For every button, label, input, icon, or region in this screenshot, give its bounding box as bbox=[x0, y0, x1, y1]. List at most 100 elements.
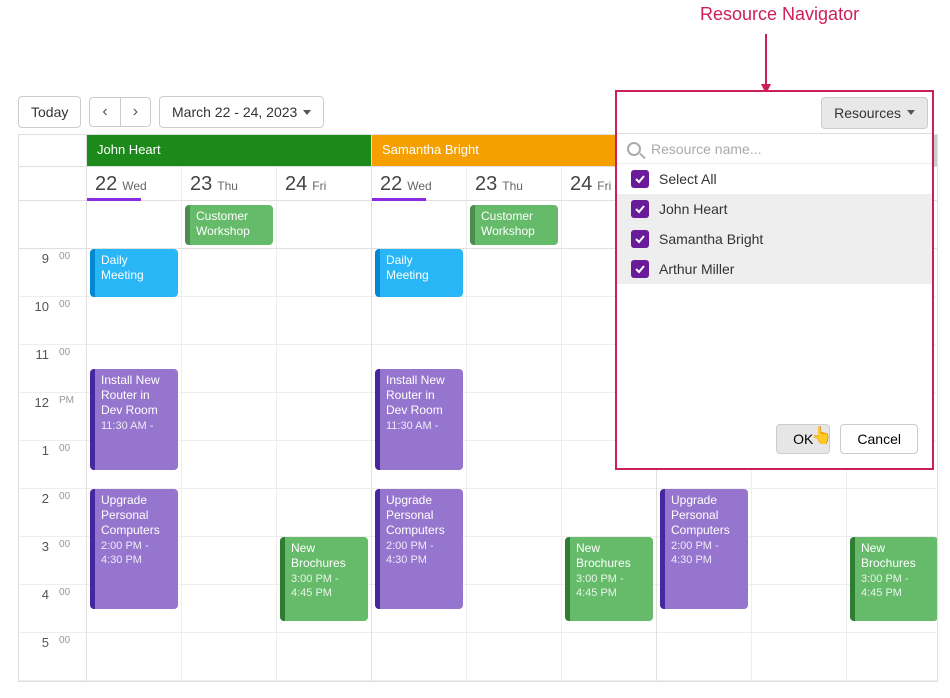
prev-button[interactable]: ‹ bbox=[89, 97, 120, 127]
hour-suffix: 00 bbox=[55, 249, 83, 296]
event-title: Daily Meeting bbox=[101, 253, 172, 283]
resource-item[interactable]: Arthur Miller bbox=[617, 254, 932, 284]
resources-button-label: Resources bbox=[834, 104, 901, 122]
date-range-label: March 22 - 24, 2023 bbox=[172, 103, 297, 121]
resource-item[interactable]: Samantha Bright bbox=[617, 224, 932, 254]
day-of-week: Thu bbox=[502, 179, 523, 193]
day-number: 23 bbox=[190, 173, 212, 196]
event-title: Upgrade Personal Computers bbox=[386, 493, 457, 538]
allday-cell[interactable] bbox=[277, 201, 371, 248]
event-title: Install New Router in Dev Room bbox=[386, 373, 457, 418]
time-axis: 9001000110012PM100200300400500 bbox=[19, 135, 87, 681]
allday-cell[interactable] bbox=[87, 201, 182, 248]
select-all-item[interactable]: Select All bbox=[617, 164, 932, 194]
day-column[interactable] bbox=[182, 249, 277, 681]
grid-body: Daily Meeting Install New Router in Dev … bbox=[372, 249, 656, 681]
hour-label: 9 bbox=[19, 249, 55, 296]
checkbox-checked-icon bbox=[631, 170, 649, 188]
checkbox-checked-icon bbox=[631, 200, 649, 218]
calendar-event[interactable]: Install New Router in Dev Room 11:30 AM … bbox=[375, 369, 463, 470]
next-button[interactable]: › bbox=[121, 97, 151, 127]
calendar-event[interactable]: Upgrade Personal Computers 2:00 PM - 4:3… bbox=[90, 489, 178, 609]
day-header[interactable]: 23 Thu bbox=[182, 167, 277, 200]
annotation-label: Resource Navigator bbox=[700, 4, 859, 25]
resource-list: Select All John Heart Samantha Bright Ar… bbox=[617, 164, 932, 284]
allday-cell[interactable] bbox=[372, 201, 467, 248]
day-header[interactable]: 23 Thu bbox=[467, 167, 562, 200]
ok-button[interactable]: OK bbox=[776, 424, 830, 454]
select-all-label: Select All bbox=[659, 171, 717, 187]
event-title: Upgrade Personal Computers bbox=[671, 493, 742, 538]
hour-label: 4 bbox=[19, 585, 55, 632]
hour-label: 3 bbox=[19, 537, 55, 584]
calendar-event[interactable]: New Brochures 3:00 PM - 4:45 PM bbox=[565, 537, 653, 621]
day-number: 24 bbox=[570, 173, 592, 196]
day-of-week: Thu bbox=[217, 179, 238, 193]
hour-suffix: 00 bbox=[55, 537, 83, 584]
hour-row: 200 bbox=[19, 489, 86, 537]
checkbox-checked-icon bbox=[631, 230, 649, 248]
resource-header[interactable]: Samantha Bright bbox=[372, 135, 656, 167]
resource-header[interactable]: John Heart bbox=[87, 135, 371, 167]
hour-label: 11 bbox=[19, 345, 55, 392]
hour-label: 12 bbox=[19, 393, 55, 440]
resource-search bbox=[617, 134, 932, 164]
checkbox-checked-icon bbox=[631, 260, 649, 278]
event-title: Upgrade Personal Computers bbox=[101, 493, 172, 538]
allday-event[interactable]: Customer Workshop bbox=[470, 205, 558, 245]
event-time: 2:00 PM - 4:30 PM bbox=[671, 540, 742, 568]
day-column[interactable]: New Brochures 3:00 PM - 4:45 PM bbox=[277, 249, 371, 681]
day-header[interactable]: 22 Wed bbox=[372, 167, 467, 200]
day-of-week: Fri bbox=[312, 179, 326, 193]
calendar-event[interactable]: New Brochures 3:00 PM - 4:45 PM bbox=[280, 537, 368, 621]
day-of-week: Fri bbox=[597, 179, 611, 193]
allday-row: Customer Workshop bbox=[87, 201, 371, 249]
event-time: 2:00 PM - 4:30 PM bbox=[101, 540, 172, 568]
today-indicator bbox=[87, 198, 141, 201]
hour-row: 12PM bbox=[19, 393, 86, 441]
popup-header: Resources bbox=[617, 92, 932, 134]
day-number: 24 bbox=[285, 173, 307, 196]
days-row: 22 Wed 23 Thu 24 Fri bbox=[372, 167, 656, 201]
day-column[interactable] bbox=[467, 249, 562, 681]
day-header[interactable]: 24 Fri bbox=[277, 167, 371, 200]
calendar-event[interactable]: Daily Meeting bbox=[375, 249, 463, 297]
calendar-event[interactable]: Upgrade Personal Computers 2:00 PM - 4:3… bbox=[375, 489, 463, 609]
today-indicator bbox=[372, 198, 426, 201]
calendar-event[interactable]: Upgrade Personal Computers 2:00 PM - 4:3… bbox=[660, 489, 748, 609]
today-button[interactable]: Today bbox=[18, 96, 81, 128]
hour-row: 1100 bbox=[19, 345, 86, 393]
resources-dropdown-button[interactable]: Resources bbox=[821, 97, 928, 129]
allday-cell[interactable]: Customer Workshop bbox=[182, 201, 277, 248]
day-column[interactable]: Daily Meeting Install New Router in Dev … bbox=[87, 249, 182, 681]
days-row: 22 Wed 23 Thu 24 Fri bbox=[87, 167, 371, 201]
resource-item-label: Arthur Miller bbox=[659, 261, 734, 277]
event-title: Customer Workshop bbox=[481, 209, 535, 238]
hour-row: 1000 bbox=[19, 297, 86, 345]
calendar-event[interactable]: New Brochures 3:00 PM - 4:45 PM bbox=[850, 537, 937, 621]
caret-down-icon bbox=[303, 110, 311, 115]
date-range-dropdown[interactable]: March 22 - 24, 2023 bbox=[159, 96, 324, 128]
calendar-event[interactable]: Install New Router in Dev Room 11:30 AM … bbox=[90, 369, 178, 470]
event-title: Daily Meeting bbox=[386, 253, 457, 283]
resource-search-input[interactable] bbox=[649, 140, 922, 158]
event-title: New Brochures bbox=[576, 541, 647, 571]
event-title: New Brochures bbox=[861, 541, 932, 571]
allday-event[interactable]: Customer Workshop bbox=[185, 205, 273, 245]
resource-column: John Heart 22 Wed 23 Thu 24 Fri Customer… bbox=[87, 135, 372, 681]
event-title: Install New Router in Dev Room bbox=[101, 373, 172, 418]
resource-item[interactable]: John Heart bbox=[617, 194, 932, 224]
allday-cell[interactable]: Customer Workshop bbox=[467, 201, 562, 248]
event-time: 11:30 AM - bbox=[386, 420, 457, 434]
search-icon bbox=[627, 142, 641, 156]
popup-footer: OK Cancel bbox=[617, 414, 932, 468]
chevron-right-icon: › bbox=[133, 104, 138, 120]
calendar-event[interactable]: Daily Meeting bbox=[90, 249, 178, 297]
day-header[interactable]: 22 Wed bbox=[87, 167, 182, 200]
cancel-button[interactable]: Cancel bbox=[840, 424, 918, 454]
day-of-week: Wed bbox=[407, 179, 431, 193]
event-time: 3:00 PM - 4:45 PM bbox=[291, 573, 362, 601]
day-column[interactable]: Daily Meeting Install New Router in Dev … bbox=[372, 249, 467, 681]
event-title: Customer Workshop bbox=[196, 209, 250, 238]
hour-suffix: 00 bbox=[55, 345, 83, 392]
